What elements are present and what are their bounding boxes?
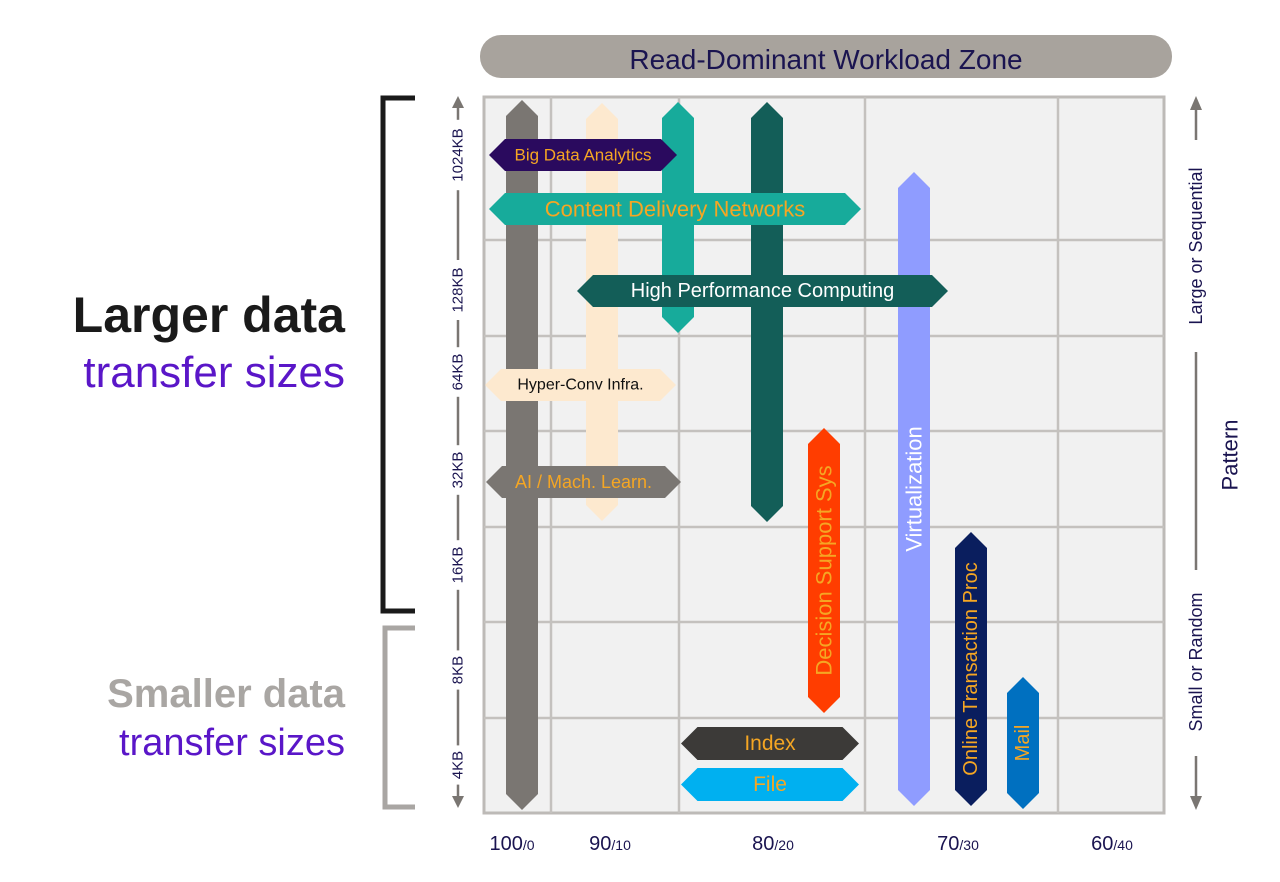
x-tick-main: 90 bbox=[589, 833, 611, 855]
oltp-label: Online Transaction Proc bbox=[960, 562, 982, 775]
y-tick-label: 128KB bbox=[450, 267, 467, 312]
y-tick-label: 32KB bbox=[450, 452, 467, 489]
larger-bracket bbox=[380, 95, 415, 614]
larger-data-title: Larger data bbox=[72, 287, 345, 343]
y-axis: 1024KB 128KB 64KB 32KB 16KB 8KB 4KB bbox=[448, 96, 468, 808]
big-data-label: Big Data Analytics bbox=[514, 146, 651, 165]
smaller-data-title: Smaller data bbox=[107, 672, 345, 716]
x-tick-label: 80/20 bbox=[752, 833, 794, 855]
x-tick-sub: /30 bbox=[959, 837, 979, 853]
y-tick-label: 16KB bbox=[450, 547, 467, 584]
arrow-down-icon bbox=[1190, 796, 1202, 810]
x-tick-main: 60 bbox=[1091, 833, 1113, 855]
x-tick-sub: /40 bbox=[1113, 837, 1133, 853]
y-tick-label: 64KB bbox=[450, 354, 467, 391]
right-axis-top-label: Large or Sequential bbox=[1186, 167, 1206, 324]
x-tick-label: 60/40 bbox=[1091, 833, 1133, 855]
larger-data-subtitle: transfer sizes bbox=[83, 348, 345, 397]
x-tick-label: 90/10 bbox=[589, 833, 631, 855]
arrow-up-icon bbox=[1190, 96, 1202, 110]
ai-ml-label: AI / Mach. Learn. bbox=[515, 472, 652, 492]
arrow-up-icon bbox=[452, 96, 464, 108]
index-label: Index bbox=[744, 732, 796, 755]
x-tick-label: 70/30 bbox=[937, 833, 979, 855]
smaller-bracket bbox=[382, 625, 415, 810]
right-axis-pattern-label: Pattern bbox=[1218, 420, 1243, 491]
decision-support-label: Decision Support Sys bbox=[812, 465, 837, 675]
x-tick-label: 100/0 bbox=[489, 833, 534, 855]
y-tick-label: 4KB bbox=[450, 751, 467, 779]
virtualization-label: Virtualization bbox=[902, 426, 927, 552]
x-tick-sub: /20 bbox=[774, 837, 794, 853]
darkteal-vertical-arrow bbox=[751, 102, 783, 522]
right-axis-bottom-label: Small or Random bbox=[1186, 592, 1206, 731]
file-label: File bbox=[753, 773, 787, 796]
cdn-label: Content Delivery Networks bbox=[545, 197, 805, 222]
x-tick-main: 100 bbox=[489, 833, 522, 855]
x-tick-sub: /0 bbox=[523, 837, 535, 853]
y-tick-label: 8KB bbox=[450, 656, 467, 684]
hpc-label: High Performance Computing bbox=[631, 280, 894, 302]
mail-label: Mail bbox=[1012, 725, 1034, 762]
hci-label: Hyper-Conv Infra. bbox=[517, 377, 643, 394]
smaller-data-subtitle: transfer sizes bbox=[119, 722, 345, 764]
arrow-down-icon bbox=[452, 796, 464, 808]
x-tick-main: 80 bbox=[752, 833, 774, 855]
header-pill: Read-Dominant Workload Zone bbox=[480, 35, 1172, 78]
x-tick-sub: /10 bbox=[611, 837, 631, 853]
y-tick-label: 1024KB bbox=[450, 128, 467, 181]
x-tick-main: 70 bbox=[937, 833, 959, 855]
header-title: Read-Dominant Workload Zone bbox=[629, 44, 1022, 75]
x-axis: 100/0 90/10 80/20 70/30 60/40 bbox=[489, 833, 1133, 855]
right-axis: Large or Sequential Small or Random Patter… bbox=[1184, 96, 1243, 810]
